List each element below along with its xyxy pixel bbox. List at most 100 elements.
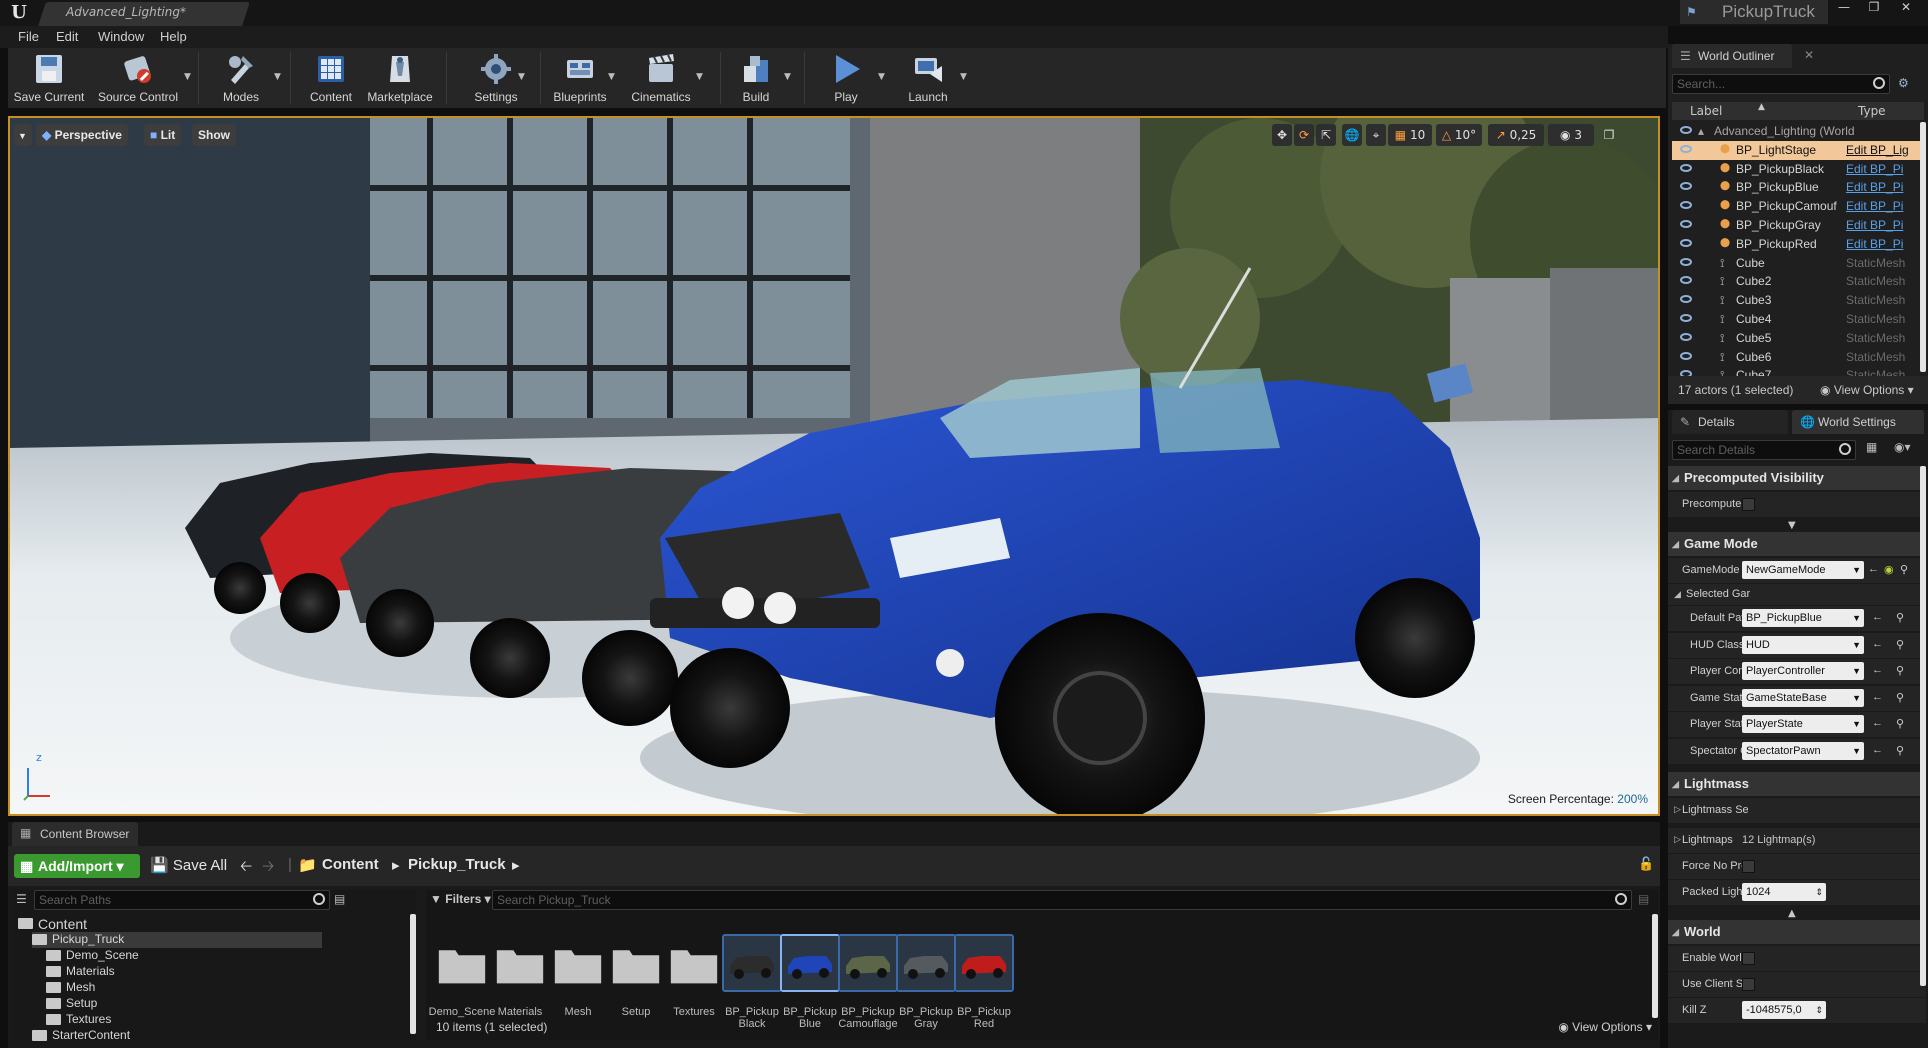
collapse-icon[interactable]: ▷ bbox=[1674, 804, 1681, 815]
details-search-input[interactable]: Search Details bbox=[1672, 440, 1856, 460]
rotation-snap-button[interactable]: △ 10° bbox=[1436, 124, 1482, 146]
translate-tool-icon[interactable]: ✥ bbox=[1272, 124, 1292, 146]
save-search-icon[interactable]: ▤ bbox=[1638, 892, 1649, 906]
blueprints-button[interactable]: Blueprints bbox=[548, 48, 612, 108]
menu-file[interactable]: File bbox=[18, 29, 39, 44]
back-arrow-icon[interactable]: ← bbox=[1872, 744, 1884, 758]
use-client-side-checkbox[interactable] bbox=[1742, 978, 1755, 991]
back-arrow-icon[interactable]: ← bbox=[1872, 638, 1884, 652]
forward-icon[interactable]: 🡢 bbox=[262, 856, 274, 881]
modes-button[interactable]: Modes bbox=[208, 48, 274, 108]
visibility-eye-icon[interactable] bbox=[1680, 314, 1692, 322]
visibility-eye-icon[interactable] bbox=[1680, 201, 1692, 210]
category-precomputed-visibility[interactable]: ◢ Precomputed Visibility bbox=[1668, 466, 1926, 490]
back-arrow-icon[interactable]: ← bbox=[1872, 717, 1884, 731]
class-combo[interactable]: BP_PickupBlue ▼ bbox=[1742, 609, 1864, 627]
tree-scrollbar[interactable] bbox=[410, 914, 416, 1034]
details-view-options-icon[interactable]: ◉▾ bbox=[1894, 440, 1911, 454]
search-paths-input[interactable]: Search Paths bbox=[34, 890, 330, 910]
tab-world-settings[interactable]: 🌐 World Settings bbox=[1792, 410, 1924, 434]
outliner-row-type[interactable]: Edit BP_Pi bbox=[1846, 237, 1920, 251]
precompute-checkbox[interactable] bbox=[1742, 498, 1755, 511]
outliner-row-type[interactable]: Edit BP_Pi bbox=[1846, 199, 1920, 213]
visibility-eye-icon[interactable] bbox=[1680, 351, 1692, 360]
outliner-row[interactable]: ⬤ BP_PickupBlue Edit BP_Pi bbox=[1672, 178, 1920, 197]
view-options-button[interactable]: ◉ View Options ▾ bbox=[1820, 383, 1914, 397]
outliner-row[interactable]: ⟟ Cube StaticMesh bbox=[1672, 254, 1920, 273]
minimize-button[interactable]: — bbox=[1832, 0, 1856, 16]
outliner-row-type[interactable]: Edit BP_Pi bbox=[1846, 162, 1920, 176]
column-type[interactable]: Type bbox=[1858, 104, 1886, 118]
world-space-icon[interactable]: 🌐 bbox=[1342, 124, 1362, 146]
scale-tool-icon[interactable]: ⇱ bbox=[1316, 124, 1336, 146]
outliner-row[interactable]: ⟟ Cube4 StaticMesh bbox=[1672, 310, 1920, 329]
save-current-button[interactable]: Save Current bbox=[10, 48, 88, 108]
close-tab-icon[interactable]: ✕ bbox=[1804, 48, 1814, 62]
outliner-row[interactable]: ⟟ Cube3 StaticMesh bbox=[1672, 291, 1920, 310]
tree-folder[interactable]: Mesh bbox=[46, 980, 95, 996]
add-import-button[interactable]: ▦ Add/Import ▾ bbox=[14, 854, 140, 878]
outliner-row[interactable]: ▴ Advanced_Lighting (World bbox=[1672, 122, 1920, 141]
maximize-button[interactable]: ❐ bbox=[1862, 0, 1886, 16]
gamemode-combo[interactable]: NewGameMode ▼ bbox=[1742, 561, 1864, 579]
surface-snap-icon[interactable]: ⌖ bbox=[1366, 124, 1386, 146]
asset-folder[interactable]: Textures bbox=[664, 934, 724, 1032]
menu-help[interactable]: Help bbox=[160, 29, 187, 44]
outliner-row[interactable]: ⟟ Cube5 StaticMesh bbox=[1672, 329, 1920, 348]
asset-blueprint[interactable]: BP_Pickup Blue bbox=[780, 934, 840, 1032]
column-label[interactable]: Label bbox=[1690, 104, 1722, 118]
visibility-eye-icon[interactable] bbox=[1680, 144, 1692, 153]
force-no-precomputed-checkbox[interactable] bbox=[1742, 860, 1755, 873]
marketplace-button[interactable]: Marketplace bbox=[362, 48, 438, 108]
tab-world-outliner[interactable]: ☰ World Outliner bbox=[1672, 44, 1792, 68]
modes-dropdown[interactable]: ▼ bbox=[274, 72, 282, 82]
play-dropdown[interactable]: ▼ bbox=[878, 72, 886, 82]
asset-blueprint[interactable]: BP_Pickup Red bbox=[954, 934, 1014, 1032]
maximize-viewport-icon[interactable]: ❐ bbox=[1600, 124, 1618, 146]
content-button[interactable]: Content bbox=[300, 48, 362, 108]
path-view-options-icon[interactable]: ▤ bbox=[334, 892, 345, 906]
save-all-button[interactable]: 💾 Save All bbox=[150, 856, 227, 874]
blueprints-dropdown[interactable]: ▼ bbox=[608, 72, 616, 82]
source-control-dropdown[interactable]: ▼ bbox=[184, 72, 192, 82]
close-button[interactable]: ✕ bbox=[1894, 0, 1918, 16]
asset-folder[interactable]: Mesh bbox=[548, 934, 608, 1032]
asset-view-options-button[interactable]: ◉ View Options ▾ bbox=[1558, 1020, 1652, 1034]
launch-button[interactable]: Launch bbox=[892, 48, 964, 108]
breadcrumb-arrow-icon[interactable]: ▸ bbox=[392, 856, 400, 874]
kill-z-input[interactable]: -1048575,0 ⇕ bbox=[1742, 1001, 1826, 1019]
details-scrollbar[interactable] bbox=[1920, 466, 1926, 986]
outliner-row[interactable]: ⟟ Cube2 StaticMesh bbox=[1672, 272, 1920, 291]
blueprint-edit-icon[interactable]: ◉ bbox=[1884, 563, 1896, 577]
play-button[interactable]: Play bbox=[814, 48, 878, 108]
camera-speed-button[interactable]: ◉ 3 bbox=[1548, 124, 1594, 146]
class-combo[interactable]: GameStateBase ▼ bbox=[1742, 688, 1864, 707]
outliner-row-type[interactable]: Edit BP_Pi bbox=[1846, 218, 1920, 232]
back-arrow-icon[interactable]: ← bbox=[1872, 611, 1884, 625]
category-world[interactable]: ◢ World bbox=[1668, 920, 1926, 944]
packed-light-input[interactable]: 1024 ⇕ bbox=[1742, 883, 1826, 901]
back-arrow-icon[interactable]: ← bbox=[1872, 664, 1884, 678]
lit-button[interactable]: ■ Lit bbox=[144, 124, 182, 146]
tree-folder[interactable]: Setup bbox=[46, 996, 97, 1012]
tree-folder[interactable]: Pickup_Truck bbox=[32, 932, 322, 948]
visibility-eye-icon[interactable] bbox=[1680, 126, 1692, 134]
browse-icon[interactable]: ⚲ bbox=[1896, 744, 1908, 758]
perspective-button[interactable]: ◆ Perspective bbox=[36, 124, 128, 146]
tab-details[interactable]: ✎ Details bbox=[1672, 410, 1788, 434]
scale-snap-button[interactable]: ↗ 0,25 bbox=[1488, 124, 1544, 146]
back-icon[interactable]: 🡠 bbox=[240, 856, 252, 881]
class-combo[interactable]: HUD ▼ bbox=[1742, 635, 1864, 654]
outliner-row[interactable]: ⟟ Cube6 StaticMesh bbox=[1672, 348, 1920, 367]
class-combo[interactable]: PlayerState ▼ bbox=[1742, 715, 1864, 733]
scene-render[interactable] bbox=[10, 118, 1658, 814]
source-control-button[interactable]: Source Control bbox=[92, 48, 184, 108]
property-matrix-icon[interactable]: ▦ bbox=[1866, 440, 1877, 454]
advanced-expander-icon[interactable]: ▼ bbox=[1788, 520, 1796, 531]
asset-search-input[interactable]: Search Pickup_Truck bbox=[492, 890, 1632, 910]
visibility-eye-icon[interactable] bbox=[1680, 257, 1692, 266]
outliner-row[interactable]: ⬤ BP_PickupBlack Edit BP_Pi bbox=[1672, 160, 1920, 179]
visibility-eye-icon[interactable] bbox=[1680, 238, 1692, 247]
asset-folder[interactable]: Materials bbox=[490, 934, 550, 1032]
breadcrumb-pickup-truck[interactable]: Pickup_Truck bbox=[408, 856, 506, 873]
